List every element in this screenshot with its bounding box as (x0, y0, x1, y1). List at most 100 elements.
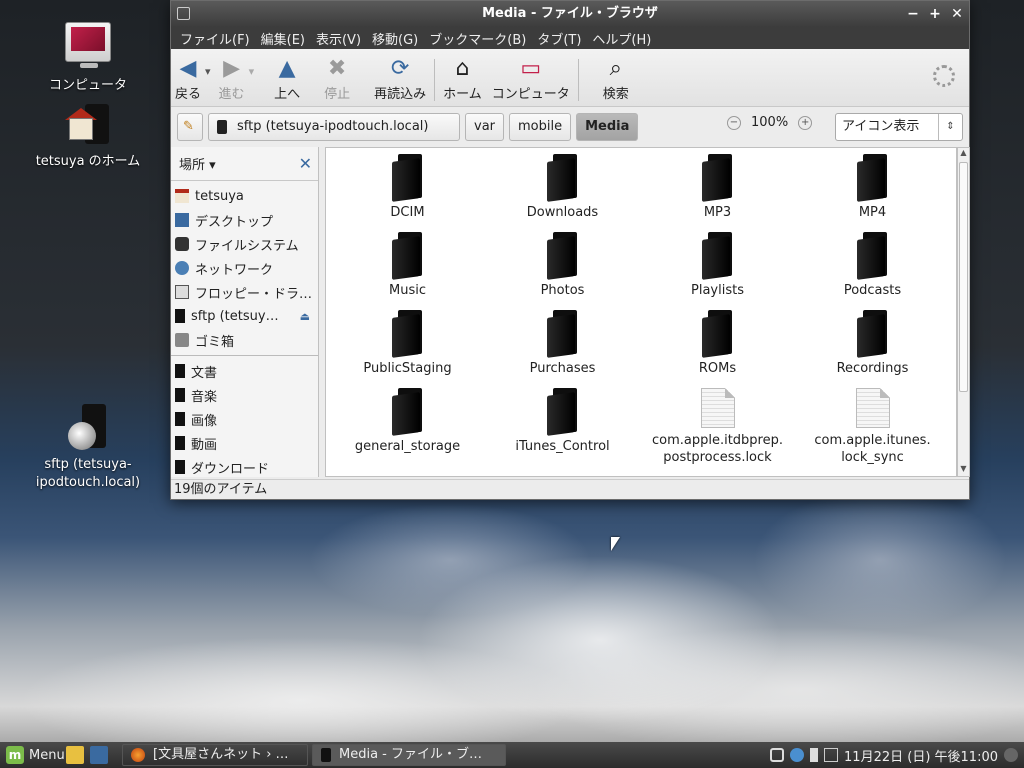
file-icon-view[interactable]: DCIM Downloads MP3 MP4 Music Photos Playlists P… (325, 147, 957, 477)
item-label: Music (389, 283, 426, 298)
show-desktop-icon[interactable] (90, 746, 108, 764)
drive-icon (175, 237, 189, 251)
taskbar-task-browser[interactable]: [文具屋さんネット › … (122, 744, 308, 766)
maximize-button[interactable]: + (927, 1, 943, 27)
system-tray: 11月22日 (日) 午後11:00 (770, 742, 1024, 768)
back-history-dropdown[interactable]: ▾ (205, 65, 211, 78)
scroll-up-icon[interactable]: ▲ (958, 148, 969, 160)
sidebar-item-videos[interactable]: 動画 (171, 431, 318, 455)
close-sidebar-icon[interactable]: ✕ (299, 154, 312, 173)
minimize-button[interactable]: − (905, 1, 921, 27)
menu-tabs[interactable]: タブ(T) (532, 29, 586, 48)
sidebar-header: 場所 ▾ ✕ (171, 147, 318, 181)
desktop-icon-computer[interactable]: コンピュータ (28, 22, 148, 93)
sidebar-item-desktop[interactable]: デスクトップ (171, 208, 318, 232)
folder-item[interactable]: PublicStaging (330, 310, 485, 388)
keyboard-icon[interactable] (824, 748, 839, 762)
home-button[interactable]: ⌂ ホーム (443, 55, 482, 102)
path-segment-var[interactable]: var (465, 113, 505, 141)
sidebar-item-pictures[interactable]: 画像 (171, 407, 318, 431)
path-segment-sftp[interactable]: sftp (tetsuya-ipodtouch.local) (208, 113, 460, 141)
forward-history-dropdown[interactable]: ▾ (249, 65, 255, 78)
sidebar-item-documents[interactable]: 文書 (171, 359, 318, 383)
folder-item[interactable]: Playlists (640, 232, 795, 310)
item-label: com.apple.itunes. lock_sync (814, 433, 931, 465)
path-segment-mobile[interactable]: mobile (509, 113, 572, 141)
menu-bookmarks[interactable]: ブックマーク(B) (424, 29, 531, 48)
search-icon: ⌕ (609, 56, 622, 81)
reload-icon: ⟳ (390, 56, 410, 81)
folder-item[interactable]: Podcasts (795, 232, 950, 310)
taskbar-task-file-browser[interactable]: Media - ファイル・ブ… (312, 744, 506, 766)
folder-item[interactable]: Downloads (485, 154, 640, 232)
menu-edit[interactable]: 編集(E) (256, 29, 310, 48)
file-item[interactable]: com.apple.itunes. lock_sync (795, 388, 950, 466)
menu-view[interactable]: 表示(V) (311, 29, 366, 48)
sidebar-item-filesystem[interactable]: ファイルシステム (171, 232, 318, 256)
sidebar-item-home[interactable]: tetsuya (171, 184, 318, 208)
sidebar-type-dropdown[interactable]: 場所 ▾ (179, 154, 216, 173)
item-label: PublicStaging (363, 361, 452, 376)
desktop-icon-home[interactable]: tetsuya のホーム (28, 104, 148, 169)
folder-item[interactable]: Recordings (795, 310, 950, 388)
folder-item[interactable]: ROMs (640, 310, 795, 388)
back-button[interactable]: ◀ 戻る (175, 55, 201, 102)
reload-button[interactable]: ⟳ 再読込み (374, 55, 426, 102)
file-item[interactable]: com.apple.itdbprep. postprocess.lock (640, 388, 795, 466)
start-menu-button[interactable]: m Menu (0, 746, 66, 764)
stop-button[interactable]: ✖ 停止 (324, 55, 350, 102)
computer-icon (65, 22, 111, 68)
toggle-path-entry-button[interactable]: ✎ (177, 113, 203, 141)
network-icon (175, 261, 189, 275)
folder-item[interactable]: MP4 (795, 154, 950, 232)
window-menu-icon[interactable] (177, 7, 190, 20)
floppy-icon (175, 285, 189, 299)
computer-button[interactable]: ▭ コンピュータ (492, 55, 570, 102)
home-icon (175, 189, 189, 203)
vertical-scrollbar[interactable]: ▲ ▼ (957, 147, 970, 477)
lock-icon[interactable] (770, 748, 785, 762)
sidebar-item-trash[interactable]: ゴミ箱 (171, 328, 318, 352)
sidebar-item-sftp[interactable]: sftp (tetsuy… ⏏ (171, 304, 318, 328)
edit-path-icon: ✎ (183, 119, 194, 134)
item-label: Purchases (529, 361, 596, 376)
file-manager-launcher-icon[interactable] (66, 746, 84, 764)
sidebar-item-music[interactable]: 音楽 (171, 383, 318, 407)
up-button[interactable]: ▲ 上へ (274, 55, 300, 102)
user-icon[interactable] (1004, 748, 1018, 762)
close-button[interactable]: ✕ (949, 1, 965, 27)
menu-go[interactable]: 移動(G) (367, 29, 423, 48)
status-bar: 19個のアイテム (171, 479, 969, 499)
sidebar-item-downloads[interactable]: ダウンロード (171, 455, 318, 479)
view-mode-select[interactable]: アイコン表示 ⇕ (835, 113, 963, 141)
folder-item[interactable]: iTunes_Control (485, 388, 640, 466)
scroll-down-icon[interactable]: ▼ (958, 464, 969, 476)
folder-item[interactable]: general_storage (330, 388, 485, 466)
scrollbar-thumb[interactable] (959, 162, 968, 392)
sidebar-item-floppy[interactable]: フロッピー・ドラ… (171, 280, 318, 304)
desktop-icon (175, 213, 189, 227)
zoom-in-button[interactable]: + (798, 115, 813, 130)
folder-item[interactable]: Photos (485, 232, 640, 310)
folder-item[interactable]: MP3 (640, 154, 795, 232)
forward-button[interactable]: ▶ 進む (219, 55, 245, 102)
folder-item[interactable]: DCIM (330, 154, 485, 232)
item-label: Podcasts (843, 283, 902, 298)
desktop-icon-sftp[interactable]: sftp (tetsuya-ipodtouch.local) (28, 404, 148, 492)
folder-item[interactable]: Music (330, 232, 485, 310)
clock[interactable]: 11月22日 (日) 午後11:00 (844, 746, 998, 765)
folder-item[interactable]: Purchases (485, 310, 640, 388)
eject-icon[interactable]: ⏏ (300, 310, 310, 323)
battery-icon[interactable] (810, 748, 819, 762)
menu-file[interactable]: ファイル(F) (175, 29, 255, 48)
forward-arrow-icon: ▶ (223, 56, 241, 81)
window-titlebar[interactable]: Media - ファイル・ブラウザ − + ✕ (171, 1, 969, 27)
folder-icon (175, 412, 185, 426)
zoom-out-button[interactable]: − (727, 115, 741, 130)
network-status-icon[interactable] (790, 748, 805, 762)
search-button[interactable]: ⌕ 検索 (603, 55, 629, 102)
sidebar-item-network[interactable]: ネットワーク (171, 256, 318, 280)
menu-help[interactable]: ヘルプ(H) (587, 29, 656, 48)
path-segment-media[interactable]: Media (576, 113, 639, 141)
folder-icon (543, 388, 583, 436)
